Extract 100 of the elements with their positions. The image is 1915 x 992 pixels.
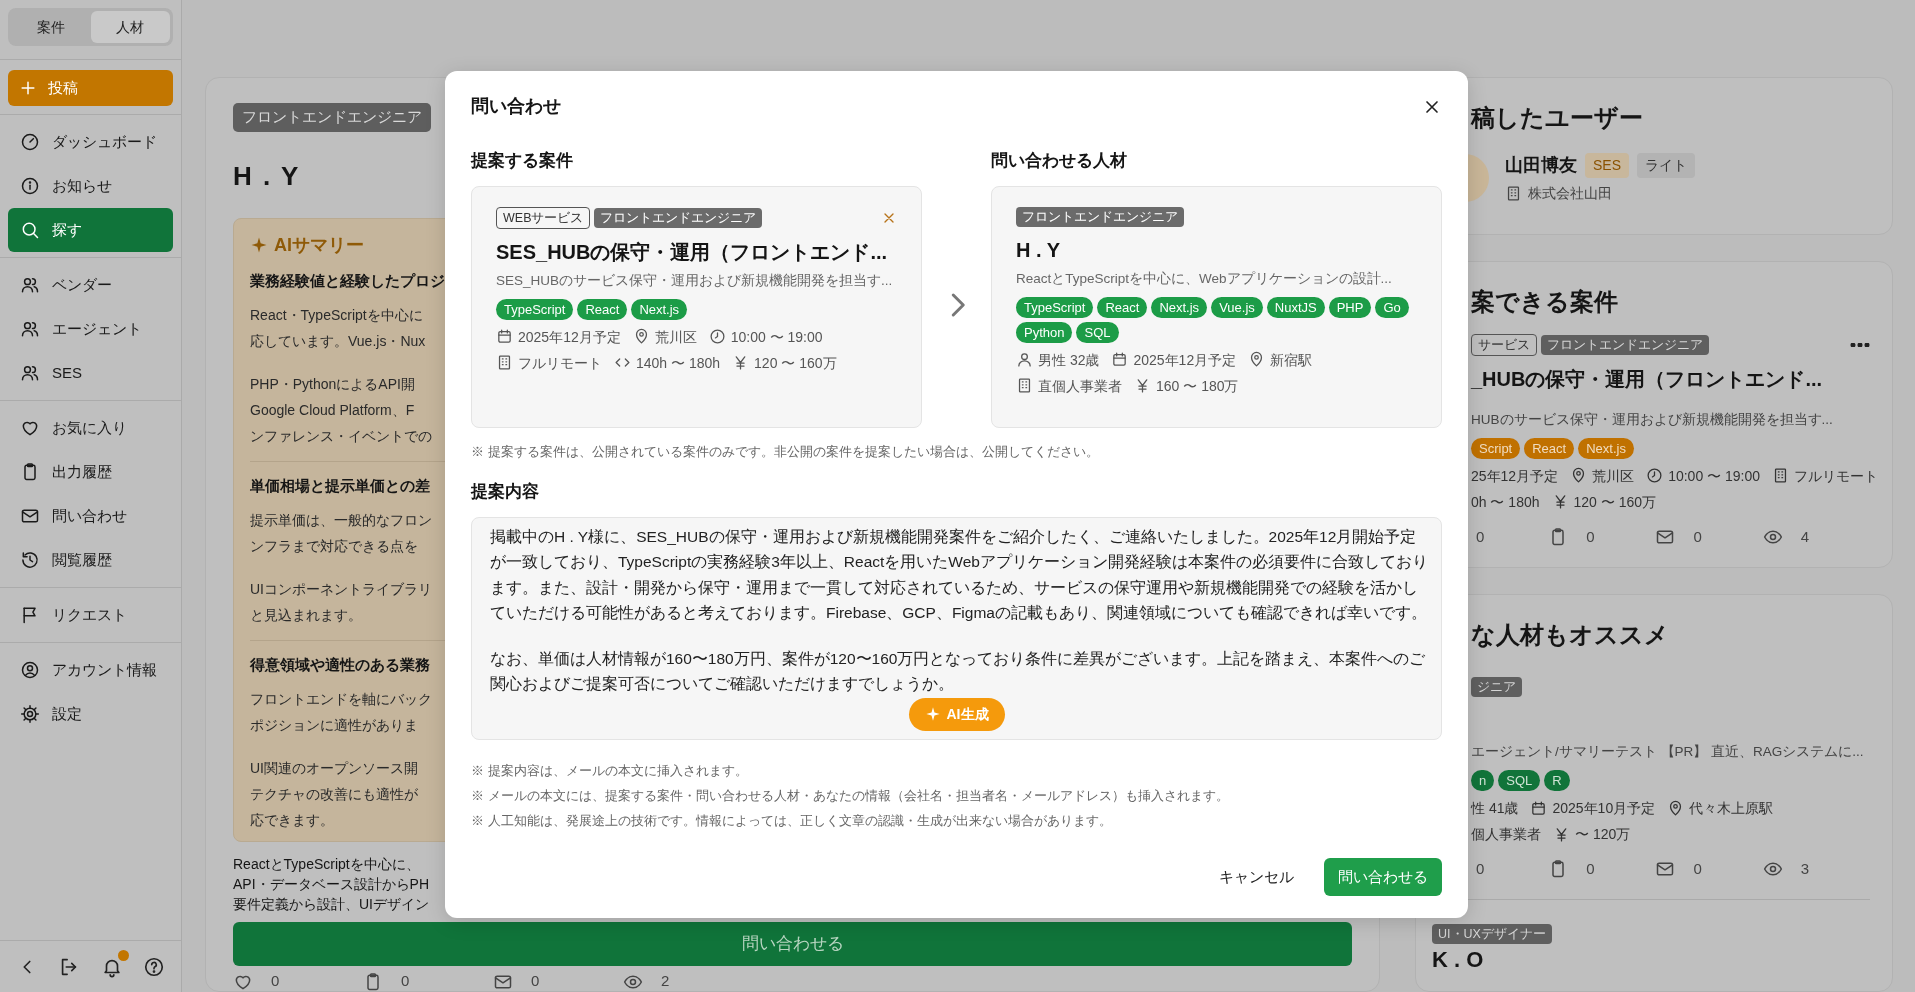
gauge-icon (20, 132, 40, 152)
sidebar-item[interactable]: 問い合わせ (8, 494, 173, 538)
summary-paragraph: UI関連のオープンソース開 テクチャの改善にも適性が 応できます。 (250, 758, 418, 830)
meta-text: 〜 120万 (1575, 825, 1631, 844)
skill-tag: Next.js (631, 298, 688, 320)
note-text: ※ 提案内容は、メールの本文に挿入されます。 (471, 761, 749, 780)
project-title: SES_HUBの保守・運用（フロントエンド... (496, 239, 888, 265)
sidebar-item[interactable]: エージェント (8, 307, 173, 351)
skill-tag: PHP (1328, 296, 1372, 318)
role-tag: フロントエンドエンジニア (1016, 206, 1184, 227)
skill-tag: React (577, 298, 628, 320)
category-tag: サービス (1471, 333, 1537, 356)
skill-tag: NuxtJS (1266, 296, 1325, 318)
note-text: ※ メールの本文には、提案する案件・問い合わせる人材・あなたの情報（会社名・担当者名・メールアドレス）も挿入されます。 (471, 786, 1230, 805)
stat-count: 2 (661, 971, 670, 992)
section-heading: 提案する案件 (471, 150, 574, 172)
description-text: エージェント/サマリーテスト 【PR】 直近、RAGシステムに... (1471, 742, 1864, 761)
calendar-icon (496, 328, 513, 346)
cancel-button[interactable]: キャンセル (1213, 864, 1300, 889)
info-icon (20, 176, 40, 196)
stat-count: 0 (1693, 858, 1702, 879)
summary-paragraph: 提示単価は、一般的なフロン ンフラまで対応できる点を (250, 510, 432, 556)
meta-text: フルリモート (518, 353, 602, 373)
stat-count: 0 (531, 971, 540, 992)
skill-tag: TypeScript (496, 298, 574, 320)
sidebar-item[interactable]: お気に入り (8, 406, 173, 450)
switch-tab[interactable]: 人材 (90, 11, 170, 43)
description-text: ReactとTypeScriptを中心に、Webアプリケーションの設計... (1016, 269, 1392, 288)
sidebar-item[interactable]: ベンダー (8, 263, 173, 307)
contact-button[interactable]: 問い合わせる (233, 921, 1352, 966)
people-icon (20, 319, 40, 339)
building-icon (1505, 185, 1522, 202)
project-title: _HUBの保守・運用（フロントエンド... (1471, 366, 1823, 392)
meta-text: 2025年12月予定 (1133, 350, 1237, 370)
calendar-icon (1530, 799, 1548, 817)
people-icon (20, 275, 40, 295)
meta-text: フルリモート (1794, 466, 1878, 486)
sidebar-item[interactable]: SES (8, 351, 173, 395)
company-name: 株式会社山田 (1528, 184, 1612, 203)
meta-text: 性 41歳 (1471, 799, 1519, 818)
summary-paragraph: UIコンポーネントライブラリ と見込まれます。 (250, 579, 432, 625)
meta-text: 120 〜 160万 (1573, 492, 1656, 512)
summary-paragraph: React・TypeScriptを中心に 応しています。Vue.js・Nux (250, 305, 426, 351)
more-button[interactable] (1850, 342, 1870, 347)
dialog-title: 問い合わせ (471, 95, 561, 118)
meta-text: 男性 32歳 (1038, 350, 1100, 370)
help-icon (142, 955, 165, 978)
note-text: ※ 人工知能は、発展途上の技術です。情報によっては、正しく文章の認識・生成が出来ない場合があります。 (471, 811, 1113, 830)
card-title: 稿したユーザー (1471, 103, 1643, 133)
skill-tag: Go (1375, 296, 1409, 318)
meta-text: 2025年12月予定 (518, 327, 621, 347)
stat-count: 0 (1693, 526, 1702, 547)
clock-icon (1646, 467, 1664, 485)
skill-tag: Next.js (1151, 296, 1208, 318)
section-heading: 単価相場と提示単価との差 (250, 476, 430, 496)
skill-tag: R (1544, 770, 1570, 791)
ai-summary-title: AIサマリー (274, 233, 364, 257)
skill-tag: TypeScript (1016, 296, 1094, 318)
meta-text: 25年12月予定 (1471, 466, 1559, 486)
role-tag: フロントエンドエンジニア (594, 207, 763, 228)
stat-count: 0 (271, 971, 280, 992)
sidebar-item[interactable]: リクエスト (8, 593, 173, 637)
skill-tag: Script (1471, 437, 1521, 459)
building-icon (1772, 467, 1789, 485)
meta-text: 直個人事業者 (1038, 376, 1122, 396)
meta-text: 10:00 〜 19:00 (730, 327, 823, 347)
meta-text: 140h 〜 180h (636, 353, 721, 373)
meta-text: 荒川区 (1592, 466, 1635, 486)
role-tag: フロントエンドエンジニア (1541, 334, 1709, 355)
stat-count: 0 (1476, 858, 1485, 879)
talent-name: H . Y (233, 159, 301, 192)
sidebar-item[interactable]: 設定 (8, 692, 173, 736)
sidebar-item[interactable]: お知らせ (8, 164, 173, 208)
role-tag: ジニア (1471, 676, 1522, 697)
meta-text: 120 〜 160万 (754, 353, 837, 373)
post-button[interactable]: 投稿 (8, 70, 173, 106)
sidebar-item[interactable]: 出力履歴 (8, 450, 173, 494)
proposal-paragraph: 掲載中のH . Y様に、SES_HUBの保守・運用および新規機能開発案件をご紹介したく、ご連絡いたしました。2025年12月開始予定が一致しており、TypeScriptの実務経験3年以上、Reactを用いたWebアプリケーション開発経験は本案件の必須要件に合致しております。また、設計・開発から保守・運用まで一貫して対応されているため、サービスの保守運用や新規機能開発での経験を活かしていただける可能性があると考えております。Firebase、GCP、Figmaの記載もあり、関連領域についても確認できれば幸いです。 (490, 526, 1429, 623)
proposal-field[interactable] (471, 516, 1442, 740)
role-tag: フロントエンドエンジニア (233, 103, 431, 132)
user-name: 山田博友 (1505, 154, 1577, 177)
skill-tag: Next.js (1578, 437, 1634, 459)
sidebar-item[interactable]: アカウント情報 (8, 648, 173, 692)
sidebar-item[interactable]: 探す (8, 208, 173, 252)
user-circle-icon (20, 660, 40, 680)
clock-icon (708, 328, 726, 346)
search-icon (20, 220, 40, 240)
switch-tab[interactable]: 案件 (11, 11, 91, 43)
section-heading: 問い合わせる人材 (991, 150, 1128, 172)
people-icon (20, 363, 40, 383)
skill-tag: Python (1016, 321, 1073, 343)
meta-text: 2025年10月予定 (1552, 799, 1656, 818)
talent-name: H . Y (1016, 237, 1061, 263)
summary-paragraph: PHP・PythonによるAPI開 Google Cloud Platform、F ンファレンス・イベントでの (250, 374, 432, 446)
category-tag: WEBサービス (496, 206, 591, 229)
meta-text: 0h 〜 180h (1471, 492, 1540, 512)
card-title: な人材もオススメ (1471, 619, 1669, 650)
talent-name: K . O (1432, 947, 1484, 973)
sidebar-item[interactable]: 閲覧履歴 (8, 538, 173, 582)
sidebar-item[interactable]: ダッシュボード (8, 120, 173, 164)
